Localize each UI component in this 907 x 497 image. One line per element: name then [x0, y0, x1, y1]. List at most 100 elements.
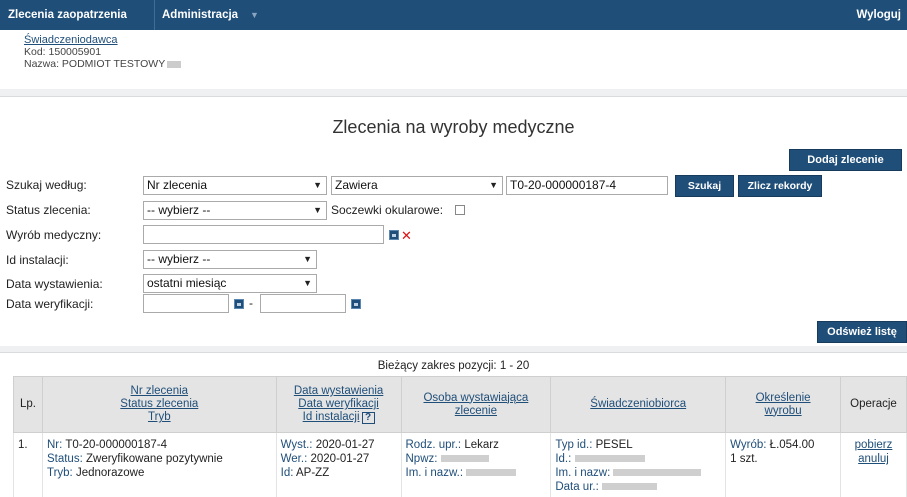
search-by-label: Szukaj według:	[6, 178, 87, 192]
cancel-link[interactable]: anuluj	[845, 452, 902, 466]
table-row: 1. Nr: T0-20-000000187-4 Status: Zweryfi…	[13, 432, 907, 497]
cell-operations: pobierz anuluj	[840, 432, 907, 497]
field-key: Npwz:	[405, 453, 438, 465]
sort-issuer-2[interactable]: zlecenie	[402, 405, 551, 418]
product-code: Ł.054.00	[769, 439, 815, 451]
cell-order: Nr: T0-20-000000187-4 Status: Zweryfikow…	[41, 432, 277, 497]
calendar-icon[interactable]	[234, 299, 244, 309]
status-value: -- wybierz --	[147, 203, 211, 217]
nav-admin[interactable]: Administracja	[162, 0, 238, 30]
search-by-value: Nr zlecenia	[147, 178, 208, 192]
column-header-issuer[interactable]: Osoba wystawiająca zlecenie	[400, 376, 552, 433]
sort-issuer[interactable]: Osoba wystawiająca	[402, 392, 551, 405]
dropdown-arrow-icon: ▼	[489, 180, 498, 190]
product-input[interactable]	[143, 225, 384, 244]
field-key: Typ id.:	[555, 439, 593, 451]
issue-date-select[interactable]: ostatni miesiąc ▼	[143, 274, 317, 293]
list-picker-icon[interactable]	[389, 230, 399, 240]
lenses-checkbox[interactable]	[455, 205, 465, 215]
field-key: Im. i nazw.:	[405, 467, 464, 479]
add-order-button[interactable]: Dodaj zlecenie	[789, 149, 902, 171]
verify-date-to-input[interactable]	[260, 294, 346, 313]
install-id: AP-ZZ	[296, 467, 330, 479]
field-key: Nr:	[46, 439, 63, 451]
install-select[interactable]: -- wybierz -- ▼	[143, 250, 317, 269]
chevron-down-icon[interactable]: ▼	[250, 10, 259, 20]
field-key: Status:	[46, 453, 83, 465]
clear-icon[interactable]: ✕	[401, 229, 412, 242]
date-range-separator: -	[249, 296, 253, 310]
table-header-row: Lp. Nr zlecenia Status zlecenia Tryb Dat…	[13, 376, 907, 433]
field-key: Wyst.:	[280, 439, 313, 451]
sort-product[interactable]: Określenie	[726, 392, 840, 405]
column-header-dates[interactable]: Data wystawienia Data weryfikacji Id ins…	[275, 376, 402, 433]
section-divider	[0, 89, 907, 97]
sort-order-number[interactable]: Nr zlecenia	[43, 385, 276, 398]
order-number: T0-20-000000187-4	[65, 439, 167, 451]
lenses-label: Soczewki okularowe:	[331, 203, 444, 217]
field-key: Id.:	[555, 453, 572, 465]
dropdown-arrow-icon: ▼	[313, 180, 322, 190]
match-type-select[interactable]: Zawiera ▼	[331, 176, 503, 195]
cell-issuer: Rodz. upr.: Lekarz Npwz: Im. i nazw.:	[400, 432, 552, 497]
search-query-input[interactable]: T0-20-000000187-4	[506, 176, 668, 195]
sort-install-id[interactable]: Id instalacji	[303, 411, 360, 423]
help-icon[interactable]: ?	[361, 412, 375, 424]
field-key: Im. i nazw:	[555, 467, 611, 479]
product-label: Wyrób medyczny:	[6, 228, 102, 242]
dropdown-arrow-icon: ▼	[303, 254, 312, 264]
issue-date: 2020-01-27	[315, 439, 375, 451]
issue-date-label: Data wystawienia:	[6, 277, 103, 291]
field-key: Wyrób:	[730, 439, 767, 451]
match-type-value: Zawiera	[335, 178, 378, 192]
sort-verify-date[interactable]: Data weryfikacji	[277, 398, 401, 411]
column-header-product[interactable]: Określenie wyrobu	[725, 376, 841, 433]
download-link[interactable]: pobierz	[845, 438, 902, 452]
provider-name-row: Nazwa: PODMIOT TESTOWY	[24, 58, 182, 70]
issue-date-value: ostatni miesiąc	[147, 276, 227, 290]
provider-link[interactable]: Świadczeniodawca	[24, 34, 181, 46]
cell-lp: 1.	[13, 432, 43, 497]
sort-order-status[interactable]: Status zlecenia	[43, 398, 276, 411]
search-button[interactable]: Szukaj	[675, 175, 734, 197]
sort-product-2[interactable]: wyrobu	[726, 405, 840, 418]
column-header-order[interactable]: Nr zlecenia Status zlecenia Tryb	[41, 376, 277, 433]
install-id-header: Id instalacji?	[303, 411, 375, 424]
nav-divider	[154, 0, 155, 30]
nav-orders[interactable]: Zlecenia zaopatrzenia	[8, 0, 127, 30]
calendar-icon[interactable]	[351, 299, 361, 309]
search-by-select[interactable]: Nr zlecenia ▼	[143, 176, 327, 195]
provider-name: Nazwa: PODMIOT TESTOWY	[24, 58, 166, 70]
verify-date-from-input[interactable]	[143, 294, 229, 313]
field-key: Rodz. upr.:	[405, 439, 462, 451]
verify-date-label: Data weryfikacji:	[6, 297, 94, 311]
redacted-block	[466, 469, 517, 477]
column-header-operations: Operacje	[840, 376, 907, 433]
page-title: Zlecenia na wyroby medyczne	[332, 117, 575, 137]
redacted-block	[440, 455, 489, 463]
sort-beneficiary[interactable]: Świadczeniobiorca	[551, 398, 725, 411]
sort-order-mode[interactable]: Tryb	[43, 411, 276, 424]
issuer-role: Lekarz	[464, 439, 499, 451]
order-mode: Jednorazowe	[75, 467, 145, 479]
redacted-block	[613, 469, 702, 477]
count-records-button[interactable]: Zlicz rekordy	[738, 175, 822, 197]
sort-issue-date[interactable]: Data wystawienia	[277, 385, 401, 398]
column-header-beneficiary[interactable]: Świadczeniobiorca	[550, 376, 727, 433]
dropdown-arrow-icon: ▼	[303, 278, 312, 288]
install-label: Id instalacji:	[6, 253, 69, 267]
field-key: Tryb:	[46, 467, 73, 479]
status-select[interactable]: -- wybierz -- ▼	[143, 201, 327, 220]
provider-code: Kod: 150005901	[24, 46, 102, 58]
cell-beneficiary: Typ id.: PESEL Id.: Im. i nazw: Data ur.…	[550, 432, 727, 497]
status-label: Status zlecenia:	[6, 203, 91, 217]
refresh-list-button[interactable]: Odśwież listę	[817, 321, 907, 343]
install-value: -- wybierz --	[147, 252, 211, 266]
range-info: Bieżący zakres pozycji: 1 - 20	[377, 360, 530, 372]
logout-link[interactable]: Wyloguj	[856, 0, 901, 30]
column-header-lp: Lp.	[13, 376, 43, 433]
dropdown-arrow-icon: ▼	[313, 205, 322, 215]
provider-info: Świadczeniodawca Kod: 150005901 Nazwa: P…	[24, 34, 182, 70]
orders-table: Lp. Nr zlecenia Status zlecenia Tryb Dat…	[13, 376, 907, 497]
redacted-block	[167, 60, 182, 68]
